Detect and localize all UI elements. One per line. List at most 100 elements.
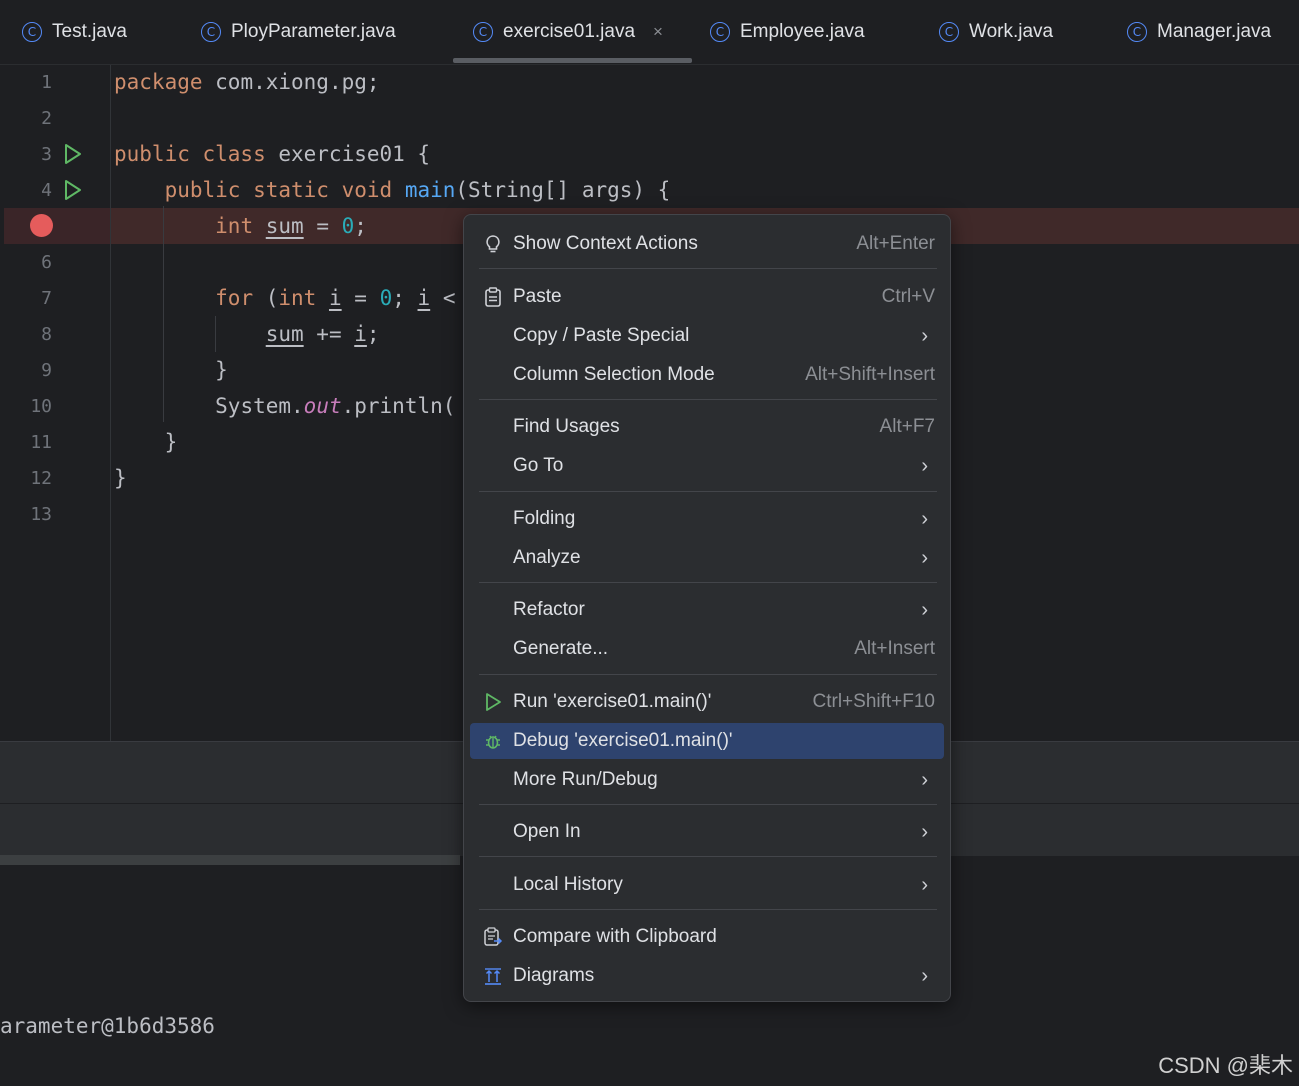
- clipboard-icon: [482, 286, 504, 308]
- chevron-right-icon: ›: [921, 598, 928, 621]
- menu-item-label: Generate...: [513, 638, 609, 659]
- menu-item-folding[interactable]: Folding ›: [470, 501, 944, 537]
- menu-separator: [479, 491, 937, 492]
- editor-tab-bar: C Test.java C PloyParameter.java C exerc…: [0, 0, 1299, 65]
- chevron-right-icon: ›: [921, 964, 928, 987]
- class-icon: C: [939, 22, 959, 42]
- menu-item-label: Column Selection Mode: [513, 364, 715, 385]
- menu-item-shortcut: Alt+Shift+Insert: [805, 364, 935, 385]
- code-line: sum += i;: [265, 322, 380, 346]
- line-number: 8: [41, 324, 52, 345]
- menu-separator: [479, 909, 937, 910]
- run-gutter-icon[interactable]: [63, 143, 83, 165]
- line-number: 1: [41, 72, 52, 93]
- menu-item-debug[interactable]: Debug 'exercise01.main()': [470, 723, 944, 759]
- line-number: 2: [41, 108, 52, 129]
- line-number: 7: [41, 288, 52, 309]
- chevron-right-icon: ›: [921, 507, 928, 530]
- tab-exercise01-java[interactable]: C exercise01.java ×: [473, 0, 663, 64]
- menu-item-show-context-actions[interactable]: Show Context Actions Alt+Enter: [470, 226, 944, 262]
- tab-manager-java[interactable]: C Manager.java: [1127, 0, 1271, 64]
- menu-item-go-to[interactable]: Go To ›: [470, 448, 944, 484]
- editor-context-menu: Show Context Actions Alt+Enter Paste Ctr…: [463, 214, 951, 1002]
- class-icon: C: [710, 22, 730, 42]
- menu-item-label: More Run/Debug: [513, 769, 658, 790]
- chevron-right-icon: ›: [921, 768, 928, 791]
- line-number: 10: [30, 396, 52, 417]
- chevron-right-icon: ›: [921, 873, 928, 896]
- menu-item-refactor[interactable]: Refactor ›: [470, 592, 944, 628]
- line-number: 4: [41, 180, 52, 201]
- lightbulb-icon: [482, 233, 504, 255]
- indent-guide: [163, 206, 164, 422]
- menu-item-paste[interactable]: Paste Ctrl+V: [470, 279, 944, 315]
- close-icon[interactable]: ×: [653, 22, 663, 42]
- code-line: }: [114, 466, 127, 490]
- tab-test-java[interactable]: C Test.java: [22, 0, 127, 64]
- menu-item-copy-paste-special[interactable]: Copy / Paste Special ›: [470, 318, 944, 354]
- code-line: System.out.println(: [215, 394, 456, 418]
- menu-item-shortcut: Alt+Enter: [856, 233, 935, 254]
- menu-item-shortcut: Alt+F7: [879, 416, 935, 437]
- bug-icon: [482, 730, 504, 752]
- tab-label: Work.java: [969, 21, 1054, 42]
- menu-item-run[interactable]: Run 'exercise01.main()' Ctrl+Shift+F10: [470, 684, 944, 720]
- menu-item-label: Folding: [513, 508, 576, 529]
- line-number: 9: [41, 360, 52, 381]
- menu-item-label: Find Usages: [513, 416, 620, 437]
- tab-label: Employee.java: [740, 21, 865, 42]
- chevron-right-icon: ›: [921, 454, 928, 477]
- class-icon: C: [473, 22, 493, 42]
- run-icon: [482, 691, 504, 713]
- menu-item-diagrams[interactable]: Diagrams ›: [470, 958, 944, 994]
- menu-item-shortcut: Ctrl+V: [881, 286, 935, 307]
- tab-work-java[interactable]: C Work.java: [939, 0, 1053, 64]
- menu-separator: [479, 399, 937, 400]
- chevron-right-icon: ›: [921, 324, 928, 347]
- menu-separator: [479, 268, 937, 269]
- code-line: for (int i = 0; i <: [215, 286, 456, 310]
- gutter-divider: [110, 65, 111, 741]
- menu-item-find-usages[interactable]: Find Usages Alt+F7: [470, 409, 944, 445]
- menu-item-shortcut: Alt+Insert: [854, 638, 935, 659]
- code-line: int sum = 0;: [215, 214, 367, 238]
- compare-clipboard-icon: [482, 926, 504, 948]
- chevron-right-icon: ›: [921, 820, 928, 843]
- line-number: 6: [41, 252, 52, 273]
- tab-label: Test.java: [52, 21, 127, 42]
- class-icon: C: [201, 22, 221, 42]
- menu-separator: [479, 856, 937, 857]
- menu-item-more-run-debug[interactable]: More Run/Debug ›: [470, 762, 944, 798]
- code-line: }: [164, 430, 178, 454]
- class-icon: C: [1127, 22, 1147, 42]
- menu-item-compare-with-clipboard[interactable]: Compare with Clipboard: [470, 919, 944, 955]
- code-line: }: [215, 358, 228, 382]
- tool-window-divider: [0, 855, 460, 865]
- breakpoint-icon[interactable]: [30, 214, 53, 237]
- code-line: public static void main(String[] args) {: [164, 178, 671, 202]
- line-number: 13: [30, 504, 52, 525]
- tab-label: exercise01.java: [503, 21, 636, 42]
- menu-item-column-selection-mode[interactable]: Column Selection Mode Alt+Shift+Insert: [470, 357, 944, 393]
- menu-item-label: Copy / Paste Special: [513, 325, 690, 346]
- tab-employee-java[interactable]: C Employee.java: [710, 0, 865, 64]
- menu-separator: [479, 582, 937, 583]
- menu-item-label: Local History: [513, 874, 623, 895]
- menu-item-label: Paste: [513, 286, 562, 307]
- code-line: package com.xiong.pg;: [114, 70, 380, 94]
- run-gutter-icon[interactable]: [63, 179, 83, 201]
- watermark: CSDN @棐木: [1158, 1053, 1293, 1078]
- tab-label: Manager.java: [1157, 21, 1272, 42]
- menu-item-local-history[interactable]: Local History ›: [470, 867, 944, 903]
- menu-item-label: Show Context Actions: [513, 233, 698, 254]
- menu-item-analyze[interactable]: Analyze ›: [470, 540, 944, 576]
- line-number: 11: [30, 432, 52, 453]
- chevron-right-icon: ›: [921, 546, 928, 569]
- tab-label: PloyParameter.java: [231, 21, 396, 42]
- menu-item-label: Diagrams: [513, 965, 595, 986]
- menu-separator: [479, 674, 937, 675]
- menu-item-label: Open In: [513, 821, 581, 842]
- menu-item-open-in[interactable]: Open In ›: [470, 814, 944, 850]
- tab-ployparameter-java[interactable]: C PloyParameter.java: [201, 0, 396, 64]
- menu-item-generate[interactable]: Generate... Alt+Insert: [470, 631, 944, 667]
